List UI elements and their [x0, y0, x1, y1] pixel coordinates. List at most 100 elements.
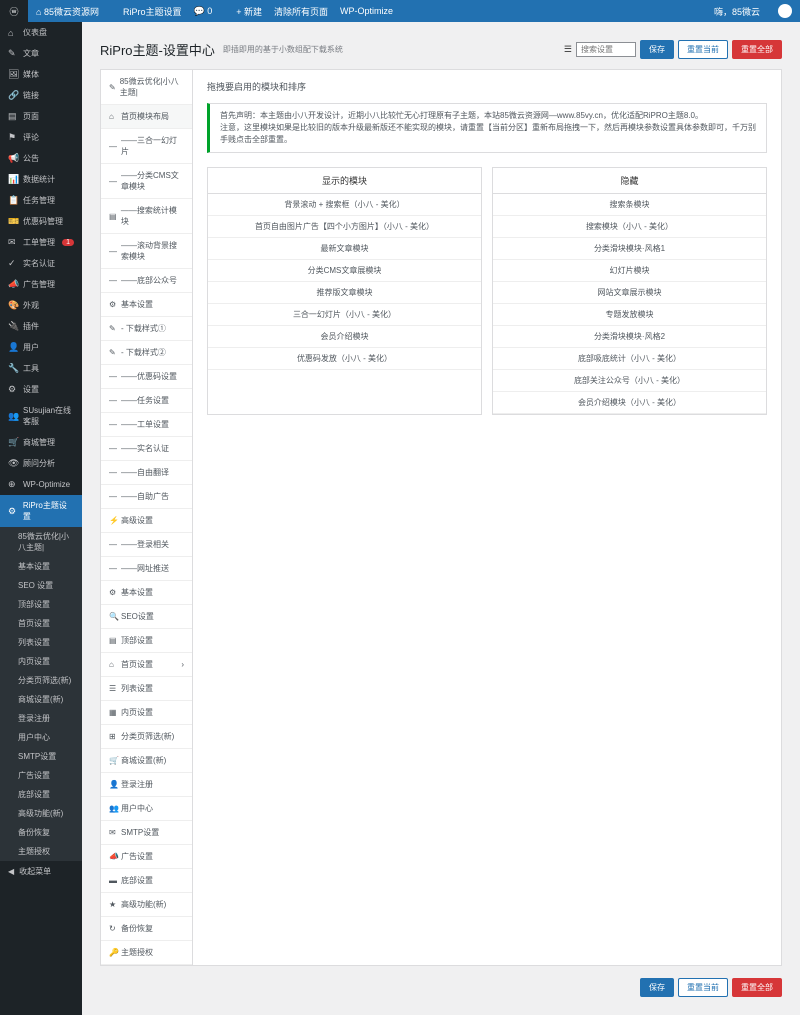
save-button[interactable]: 保存 [640, 40, 674, 59]
sidebar-item-评论[interactable]: ⚑评论 [0, 127, 82, 148]
sidebar-item-工具[interactable]: 🔧工具 [0, 358, 82, 379]
sidebar-sub-item[interactable]: 商城设置(新) [0, 690, 82, 709]
nav-item[interactable]: ———自由翻译 [101, 461, 192, 485]
nav-item[interactable]: ⚡高级设置 [101, 509, 192, 533]
sidebar-sub-item[interactable]: 用户中心 [0, 728, 82, 747]
sidebar-item-商城管理[interactable]: 🛒商城管理 [0, 432, 82, 453]
nav-item[interactable]: ▤顶部设置 [101, 629, 192, 653]
nav-item[interactable]: ☰列表设置 [101, 677, 192, 701]
nav-item[interactable]: ———实名认证 [101, 437, 192, 461]
sidebar-item-链接[interactable]: 🔗链接 [0, 85, 82, 106]
sidebar-sub-item[interactable]: 顶部设置 [0, 595, 82, 614]
nav-item[interactable]: ✎- 下载样式② [101, 341, 192, 365]
nav-item[interactable]: ———三合一幻灯片 [101, 129, 192, 164]
module-item[interactable]: 会员介绍模块（小八 - 美化） [493, 392, 766, 414]
module-item[interactable]: 最新文章模块 [208, 238, 481, 260]
nav-item[interactable]: ———登录相关 [101, 533, 192, 557]
nav-item[interactable]: ———网址推送 [101, 557, 192, 581]
avatar-icon[interactable] [778, 4, 792, 18]
module-item[interactable]: 底部吸底统计（小八 - 美化） [493, 348, 766, 370]
topbar-greeting[interactable]: 嗨，85微云 [714, 5, 760, 18]
sidebar-item-仪表盘[interactable]: ⌂仪表盘 [0, 22, 82, 43]
module-item[interactable]: 分类CMS文章展模块 [208, 260, 481, 282]
sidebar-sub-item[interactable]: 底部设置 [0, 785, 82, 804]
nav-item[interactable]: ⌂首页设置 [101, 653, 192, 677]
sidebar-item-优惠码管理[interactable]: 🎫优惠码管理 [0, 211, 82, 232]
sidebar-item-用户[interactable]: 👤用户 [0, 337, 82, 358]
nav-item[interactable]: 🔍SEO设置 [101, 605, 192, 629]
wp-logo-icon[interactable]: ⓦ [0, 0, 28, 22]
nav-item[interactable]: ———分类CMS文章模块 [101, 164, 192, 199]
sidebar-sub-item[interactable]: 基本设置 [0, 557, 82, 576]
nav-item[interactable]: ▬底部设置 [101, 869, 192, 893]
reset-all-button[interactable]: 重置全部 [732, 40, 782, 59]
nav-item[interactable]: ———自助广告 [101, 485, 192, 509]
reset-section-button-bottom[interactable]: 重置当前 [678, 978, 728, 997]
sidebar-item-页面[interactable]: ▤页面 [0, 106, 82, 127]
sidebar-item-RiPro主题设置[interactable]: ⚙RiPro主题设置 [0, 495, 82, 527]
module-item[interactable]: 首页自由图片广告【四个小方图片】（小八 - 美化） [208, 216, 481, 238]
module-item[interactable]: 搜索条模块 [493, 194, 766, 216]
module-item[interactable]: 底部关注公众号（小八 - 美化） [493, 370, 766, 392]
nav-item[interactable]: ✉SMTP设置 [101, 821, 192, 845]
sidebar-item-公告[interactable]: 📢公告 [0, 148, 82, 169]
nav-item[interactable]: ⚙基本设置 [101, 581, 192, 605]
sidebar-sub-item[interactable]: 登录注册 [0, 709, 82, 728]
sidebar-sub-item[interactable]: 广告设置 [0, 766, 82, 785]
module-item[interactable]: 三合一幻灯片（小八 - 美化） [208, 304, 481, 326]
nav-item[interactable]: ———工单设置 [101, 413, 192, 437]
save-button-bottom[interactable]: 保存 [640, 978, 674, 997]
module-item[interactable]: 网站文章展示模块 [493, 282, 766, 304]
sidebar-sub-item[interactable]: SMTP设置 [0, 747, 82, 766]
module-item[interactable]: 幻灯片模块 [493, 260, 766, 282]
sidebar-sub-item[interactable]: 内页设置 [0, 652, 82, 671]
module-item[interactable]: 专题发放模块 [493, 304, 766, 326]
topbar-theme-link[interactable]: RiPro主题设置 [123, 5, 182, 18]
sidebar-sub-item[interactable]: 分类页筛选(新) [0, 671, 82, 690]
reset-all-button-bottom[interactable]: 重置全部 [732, 978, 782, 997]
collapse-menu[interactable]: ◀收起菜单 [0, 861, 82, 882]
nav-item[interactable]: ———滚动背景搜索模块 [101, 234, 192, 269]
sidebar-sub-item[interactable]: 高级功能(新) [0, 804, 82, 823]
sidebar-item-媒体[interactable]: 🖼媒体 [0, 64, 82, 85]
nav-item[interactable]: 🛒商城设置(新) [101, 749, 192, 773]
nav-item[interactable]: ———任务设置 [101, 389, 192, 413]
sidebar-item-顾问分析[interactable]: 👁顾问分析 [0, 453, 82, 474]
reset-section-button[interactable]: 重置当前 [678, 40, 728, 59]
module-item[interactable]: 背景滚动 + 搜索框（小八 - 美化） [208, 194, 481, 216]
topbar-clear-cache[interactable]: 清除所有页面 [274, 5, 328, 18]
sidebar-item-数据统计[interactable]: 📊数据统计 [0, 169, 82, 190]
module-item[interactable]: 会员介绍模块 [208, 326, 481, 348]
nav-item[interactable]: 🔑主题授权 [101, 941, 192, 965]
sidebar-item-工单管理[interactable]: ✉工单管理1 [0, 232, 82, 253]
nav-item[interactable]: ▤——搜索统计模块 [101, 199, 192, 234]
module-item[interactable]: 优惠码发放（小八 - 美化） [208, 348, 481, 370]
sidebar-item-广告管理[interactable]: 📣广告管理 [0, 274, 82, 295]
nav-item[interactable]: 👥用户中心 [101, 797, 192, 821]
sidebar-item-WP-Optimize[interactable]: ⊕WP-Optimize [0, 474, 82, 495]
module-item[interactable]: 推荐版文章模块 [208, 282, 481, 304]
module-item[interactable]: 分类滑块模块·风格1 [493, 238, 766, 260]
sidebar-sub-item[interactable]: 列表设置 [0, 633, 82, 652]
nav-item[interactable]: 📣广告设置 [101, 845, 192, 869]
sidebar-item-文章[interactable]: ✎文章 [0, 43, 82, 64]
sidebar-item-任务管理[interactable]: 📋任务管理 [0, 190, 82, 211]
topbar-comments[interactable]: 💬 0 [193, 6, 224, 17]
module-item[interactable]: 搜索模块（小八 - 美化） [493, 216, 766, 238]
sidebar-item-实名认证[interactable]: ✓实名认证 [0, 253, 82, 274]
nav-item[interactable]: ↻备份恢复 [101, 917, 192, 941]
sidebar-sub-item[interactable]: SEO 设置 [0, 576, 82, 595]
nav-item[interactable]: ★高级功能(新) [101, 893, 192, 917]
sidebar-item-插件[interactable]: 🔌插件 [0, 316, 82, 337]
nav-item[interactable]: ———优惠码设置 [101, 365, 192, 389]
nav-item[interactable]: ▦内页设置 [101, 701, 192, 725]
nav-item[interactable]: ———底部公众号 [101, 269, 192, 293]
sidebar-sub-item[interactable]: 备份恢复 [0, 823, 82, 842]
topbar-wpoptimize[interactable]: WP-Optimize [340, 6, 393, 16]
nav-item[interactable]: ⌂首页模块布局 [101, 105, 192, 129]
nav-item[interactable]: ⊞分类页筛选(新) [101, 725, 192, 749]
sidebar-sub-item[interactable]: 85微云优化|小八主题| [0, 527, 82, 557]
nav-item[interactable]: ✎85微云优化|小八主题| [101, 70, 192, 105]
nav-item[interactable]: 👤登录注册 [101, 773, 192, 797]
nav-item[interactable]: ✎- 下载样式① [101, 317, 192, 341]
